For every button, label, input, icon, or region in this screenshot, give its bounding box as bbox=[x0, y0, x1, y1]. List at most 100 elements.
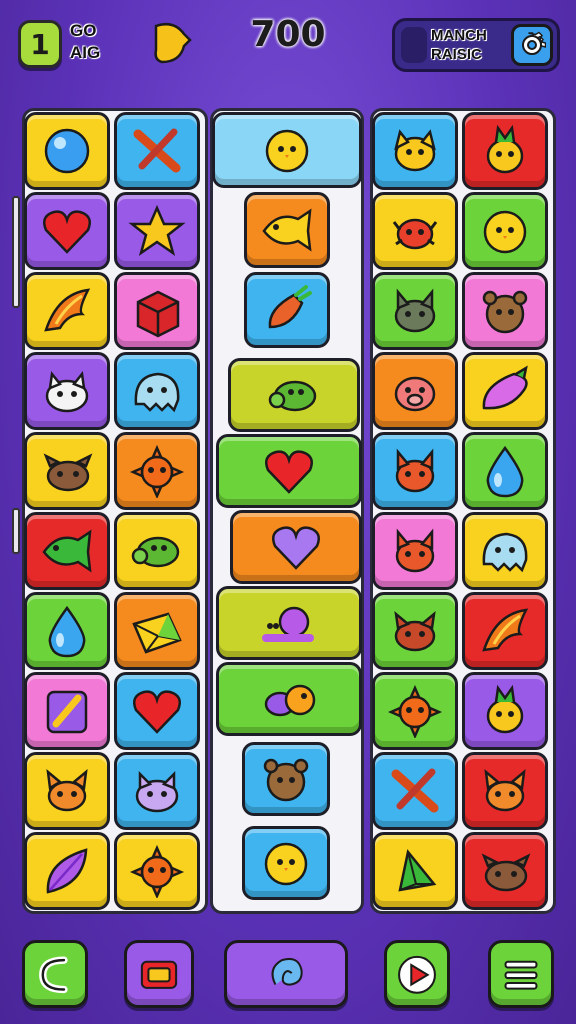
shop-button[interactable] bbox=[124, 940, 194, 1008]
right-tile[interactable] bbox=[372, 672, 458, 750]
right-tile[interactable] bbox=[372, 832, 458, 910]
top-hud: 1 GO AIG 700 MANCH RAISIC bbox=[0, 0, 576, 96]
center-tile[interactable] bbox=[216, 586, 362, 660]
center-tile[interactable] bbox=[216, 662, 362, 736]
right-tile[interactable] bbox=[372, 192, 458, 270]
center-tile[interactable] bbox=[212, 112, 362, 188]
right-tile[interactable] bbox=[462, 592, 548, 670]
orange-sun-icon bbox=[129, 844, 185, 898]
left-tile[interactable] bbox=[114, 832, 200, 910]
left-tile[interactable] bbox=[114, 112, 200, 190]
left-tile[interactable] bbox=[24, 272, 110, 350]
go-label: GO AIG bbox=[70, 20, 120, 64]
gray-cat-icon bbox=[394, 288, 436, 333]
purple-snail-icon bbox=[262, 606, 314, 642]
left-tile[interactable] bbox=[24, 192, 110, 270]
center-tile[interactable] bbox=[228, 358, 360, 432]
left-tile[interactable] bbox=[114, 512, 200, 590]
left-tile[interactable] bbox=[114, 432, 200, 510]
right-tile[interactable] bbox=[372, 592, 458, 670]
left-tile[interactable] bbox=[24, 432, 110, 510]
right-tile[interactable] bbox=[372, 512, 458, 590]
right-tile[interactable] bbox=[462, 432, 548, 510]
mode-label: MANCH RAISIC bbox=[431, 26, 511, 64]
play-icon bbox=[398, 955, 436, 994]
left-tile[interactable] bbox=[24, 592, 110, 670]
right-tile[interactable] bbox=[372, 752, 458, 830]
right-tile[interactable] bbox=[372, 112, 458, 190]
right-tile[interactable] bbox=[372, 352, 458, 430]
right-tile[interactable] bbox=[462, 192, 548, 270]
right-tile[interactable] bbox=[462, 672, 548, 750]
right-tile[interactable] bbox=[462, 832, 548, 910]
right-tile[interactable] bbox=[462, 352, 548, 430]
orange-cat-icon bbox=[395, 528, 435, 573]
mode-panel[interactable]: MANCH RAISIC bbox=[392, 18, 560, 72]
right-tile[interactable] bbox=[462, 752, 548, 830]
left-tile[interactable] bbox=[114, 752, 200, 830]
orange-sun-icon bbox=[387, 684, 443, 738]
left-tile[interactable] bbox=[24, 832, 110, 910]
brown-bear-icon bbox=[482, 290, 528, 334]
rocket-card-icon bbox=[46, 690, 88, 734]
yellow-chick-icon bbox=[483, 210, 527, 254]
center-tile[interactable] bbox=[242, 742, 330, 816]
go-label-line1: GO bbox=[70, 21, 97, 40]
center-tile[interactable] bbox=[244, 272, 330, 348]
crossed-sticks-icon bbox=[391, 768, 439, 813]
go-label-line2: AIG bbox=[70, 43, 101, 62]
left-tile[interactable] bbox=[24, 672, 110, 750]
orange-cat-icon bbox=[395, 448, 435, 493]
bird-pair-icon bbox=[264, 684, 316, 717]
left-tile[interactable] bbox=[24, 512, 110, 590]
yellow-chick-icon bbox=[265, 129, 309, 173]
yellow-pineapple-icon bbox=[486, 124, 524, 174]
back-button[interactable] bbox=[22, 940, 88, 1008]
orange-fox-icon bbox=[484, 769, 526, 812]
yellow-pineapple-icon bbox=[486, 684, 524, 734]
left-tile[interactable] bbox=[114, 192, 200, 270]
back-arrow-icon bbox=[39, 956, 68, 994]
purple-eggplant-icon bbox=[482, 365, 528, 410]
center-tile[interactable] bbox=[242, 826, 330, 900]
level-badge: 1 bbox=[18, 20, 62, 68]
yellow-dog-icon bbox=[394, 129, 436, 172]
hint-button[interactable] bbox=[224, 940, 348, 1008]
left-tile[interactable] bbox=[114, 672, 200, 750]
center-tile[interactable] bbox=[230, 510, 362, 584]
center-tile[interactable] bbox=[244, 192, 330, 268]
flame-leaf-icon bbox=[482, 608, 529, 652]
blue-blob-icon bbox=[134, 372, 180, 413]
green-turtle-icon bbox=[131, 536, 180, 568]
water-drop-icon bbox=[486, 445, 524, 498]
left-tile[interactable] bbox=[114, 272, 200, 350]
mode-label-line2: RAISIC bbox=[431, 46, 482, 63]
water-drop-icon bbox=[48, 605, 86, 658]
heart-icon bbox=[133, 690, 181, 734]
blue-blob-icon bbox=[482, 532, 528, 573]
purple-cat-icon bbox=[135, 770, 179, 813]
left-tile[interactable] bbox=[24, 352, 110, 430]
right-tile[interactable] bbox=[462, 512, 548, 590]
left-tile[interactable] bbox=[24, 112, 110, 190]
menu-button[interactable] bbox=[488, 940, 554, 1008]
orange-fox-icon bbox=[46, 769, 88, 812]
chick-mascot-icon bbox=[154, 23, 192, 64]
left-tile[interactable] bbox=[114, 352, 200, 430]
gear-icon bbox=[522, 31, 546, 55]
right-tile[interactable] bbox=[462, 272, 548, 350]
right-tile[interactable] bbox=[372, 432, 458, 510]
score-counter: 700 bbox=[250, 14, 326, 55]
swirl-icon bbox=[271, 957, 303, 986]
mode-toggle[interactable] bbox=[401, 27, 427, 63]
right-tile[interactable] bbox=[462, 112, 548, 190]
flame-leaf-icon bbox=[44, 288, 91, 332]
purple-heart-icon bbox=[272, 526, 320, 570]
gem-icon bbox=[132, 612, 182, 654]
right-tile[interactable] bbox=[372, 272, 458, 350]
settings-button[interactable] bbox=[511, 24, 553, 66]
left-tile[interactable] bbox=[114, 592, 200, 670]
center-tile[interactable] bbox=[216, 434, 362, 508]
left-tile[interactable] bbox=[24, 752, 110, 830]
play-button[interactable] bbox=[384, 940, 450, 1008]
